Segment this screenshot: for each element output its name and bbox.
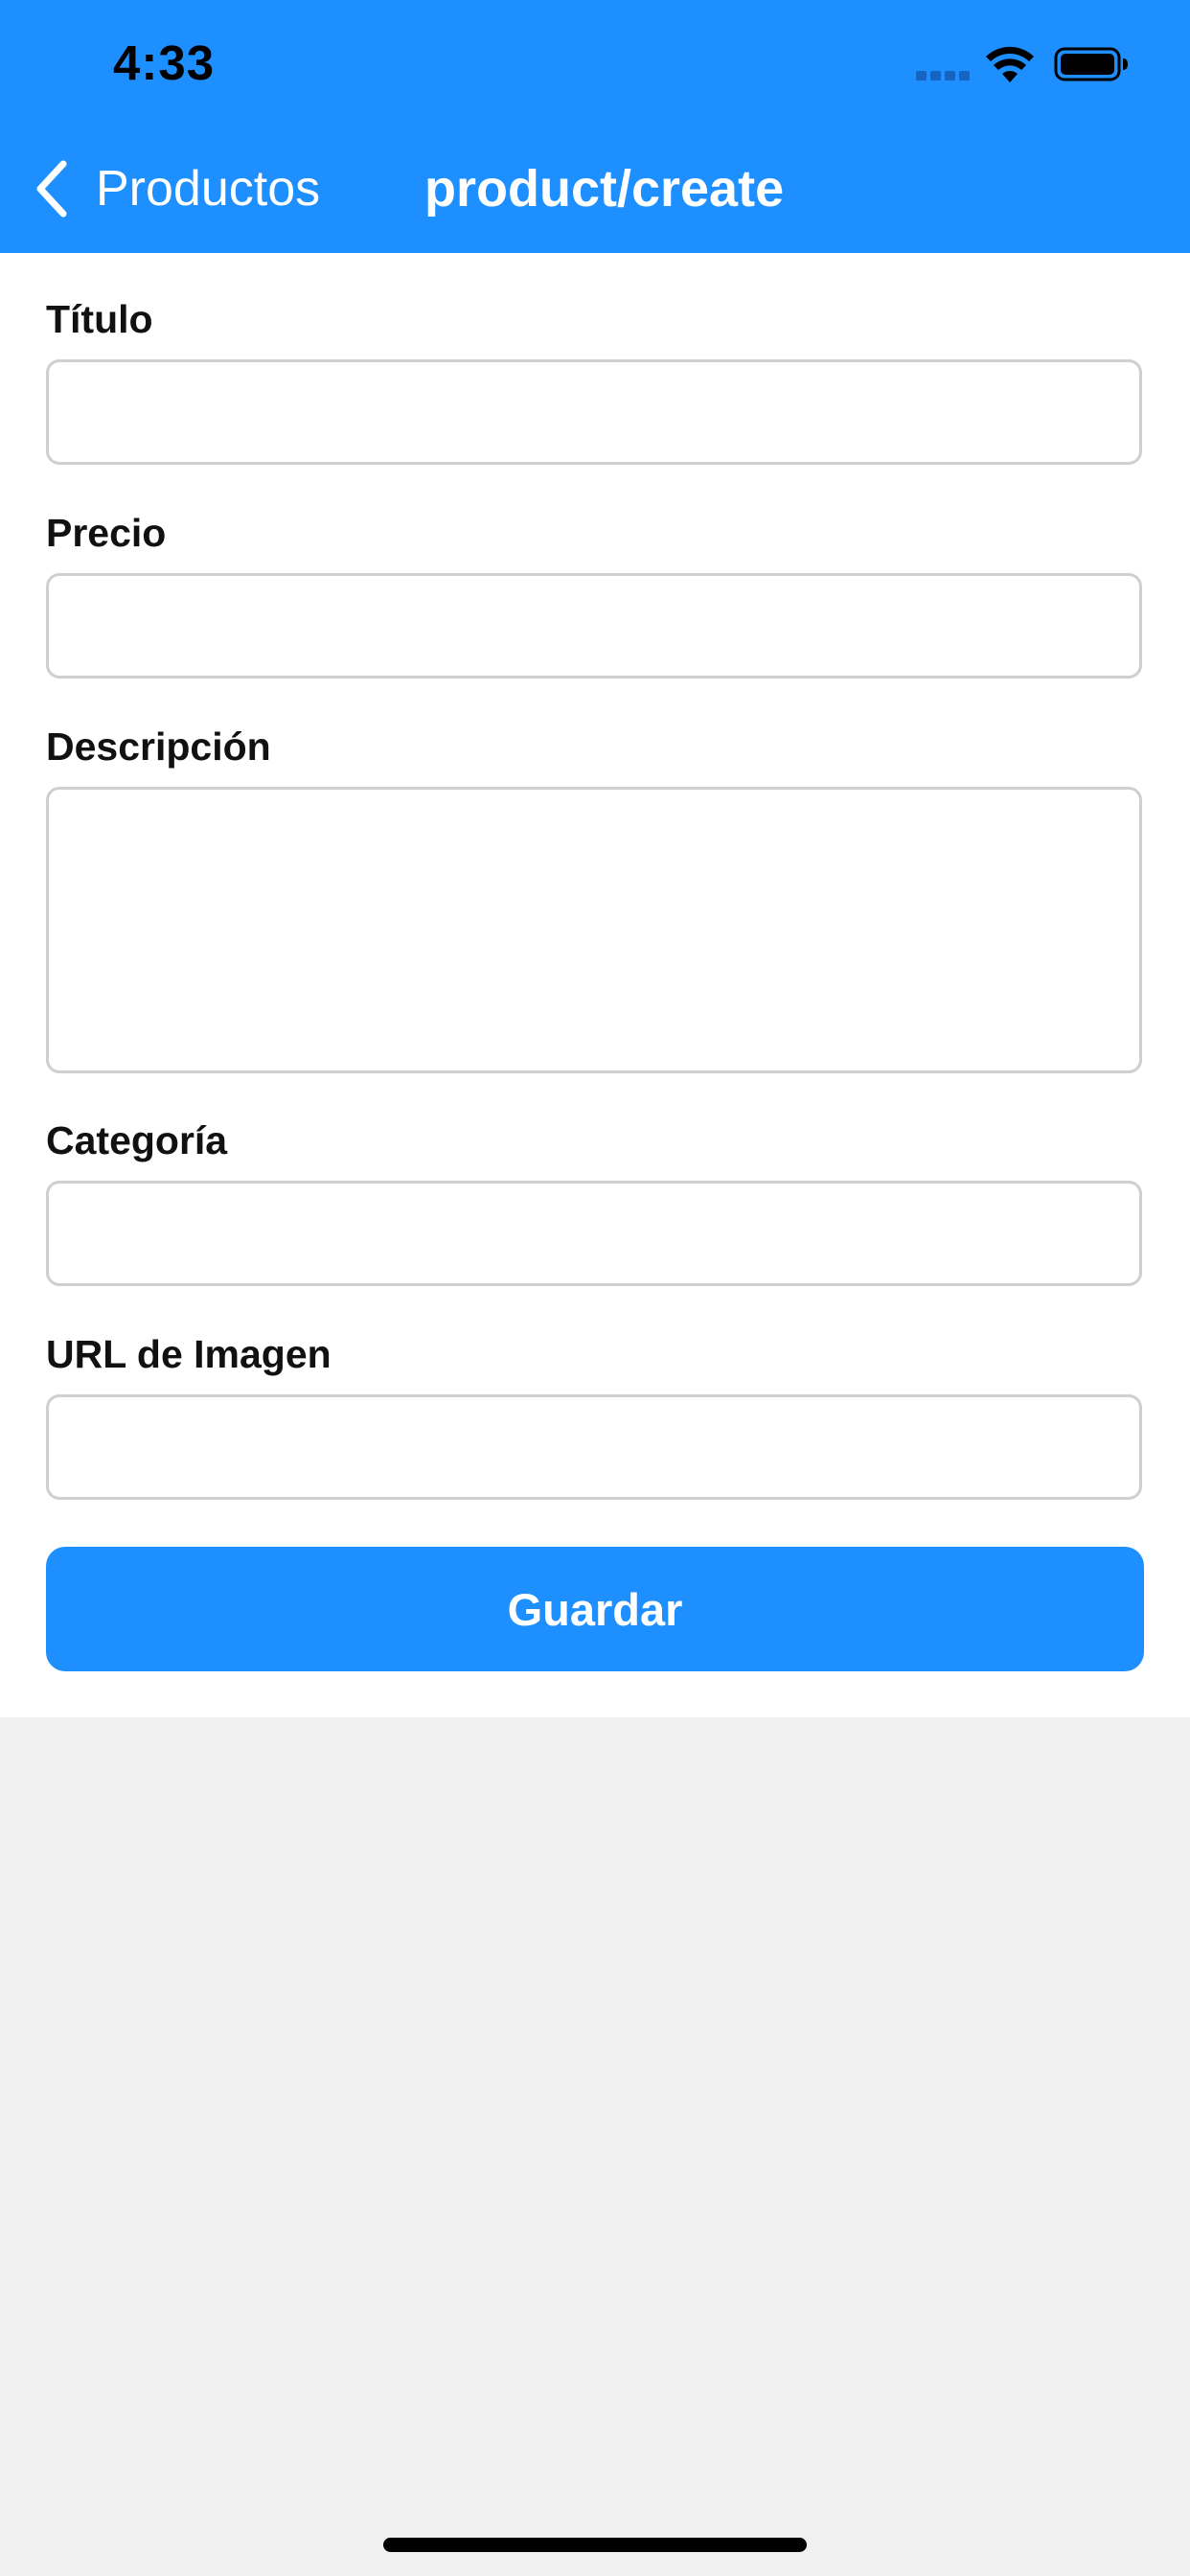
precio-label: Precio: [46, 511, 167, 555]
categoria-label: Categoría: [46, 1118, 228, 1162]
categoria-input[interactable]: [46, 1181, 1142, 1286]
save-button[interactable]: Guardar: [46, 1547, 1144, 1671]
titulo-input[interactable]: [46, 359, 1142, 465]
titulo-label: Título: [46, 297, 153, 341]
back-button[interactable]: Productos: [34, 155, 320, 222]
url-imagen-input[interactable]: [46, 1394, 1142, 1500]
descripcion-label: Descripción: [46, 724, 271, 769]
navigation-header: 4:33 Productos product/create: [0, 0, 1190, 253]
cellular-signal-icon: [916, 71, 970, 80]
product-form: Título Precio Descripción Categoría URL …: [0, 253, 1190, 1717]
descripcion-textarea[interactable]: [46, 787, 1142, 1073]
page-title: product/create: [424, 160, 785, 218]
chevron-left-icon: [36, 160, 67, 218]
precio-input[interactable]: [46, 573, 1142, 678]
url-imagen-label: URL de Imagen: [46, 1332, 332, 1376]
home-indicator[interactable]: [383, 2538, 807, 2552]
battery-icon: [1054, 47, 1128, 81]
status-time: 4:33: [113, 35, 216, 90]
wifi-icon: [986, 46, 1034, 82]
back-button-label: Productos: [96, 161, 321, 217]
